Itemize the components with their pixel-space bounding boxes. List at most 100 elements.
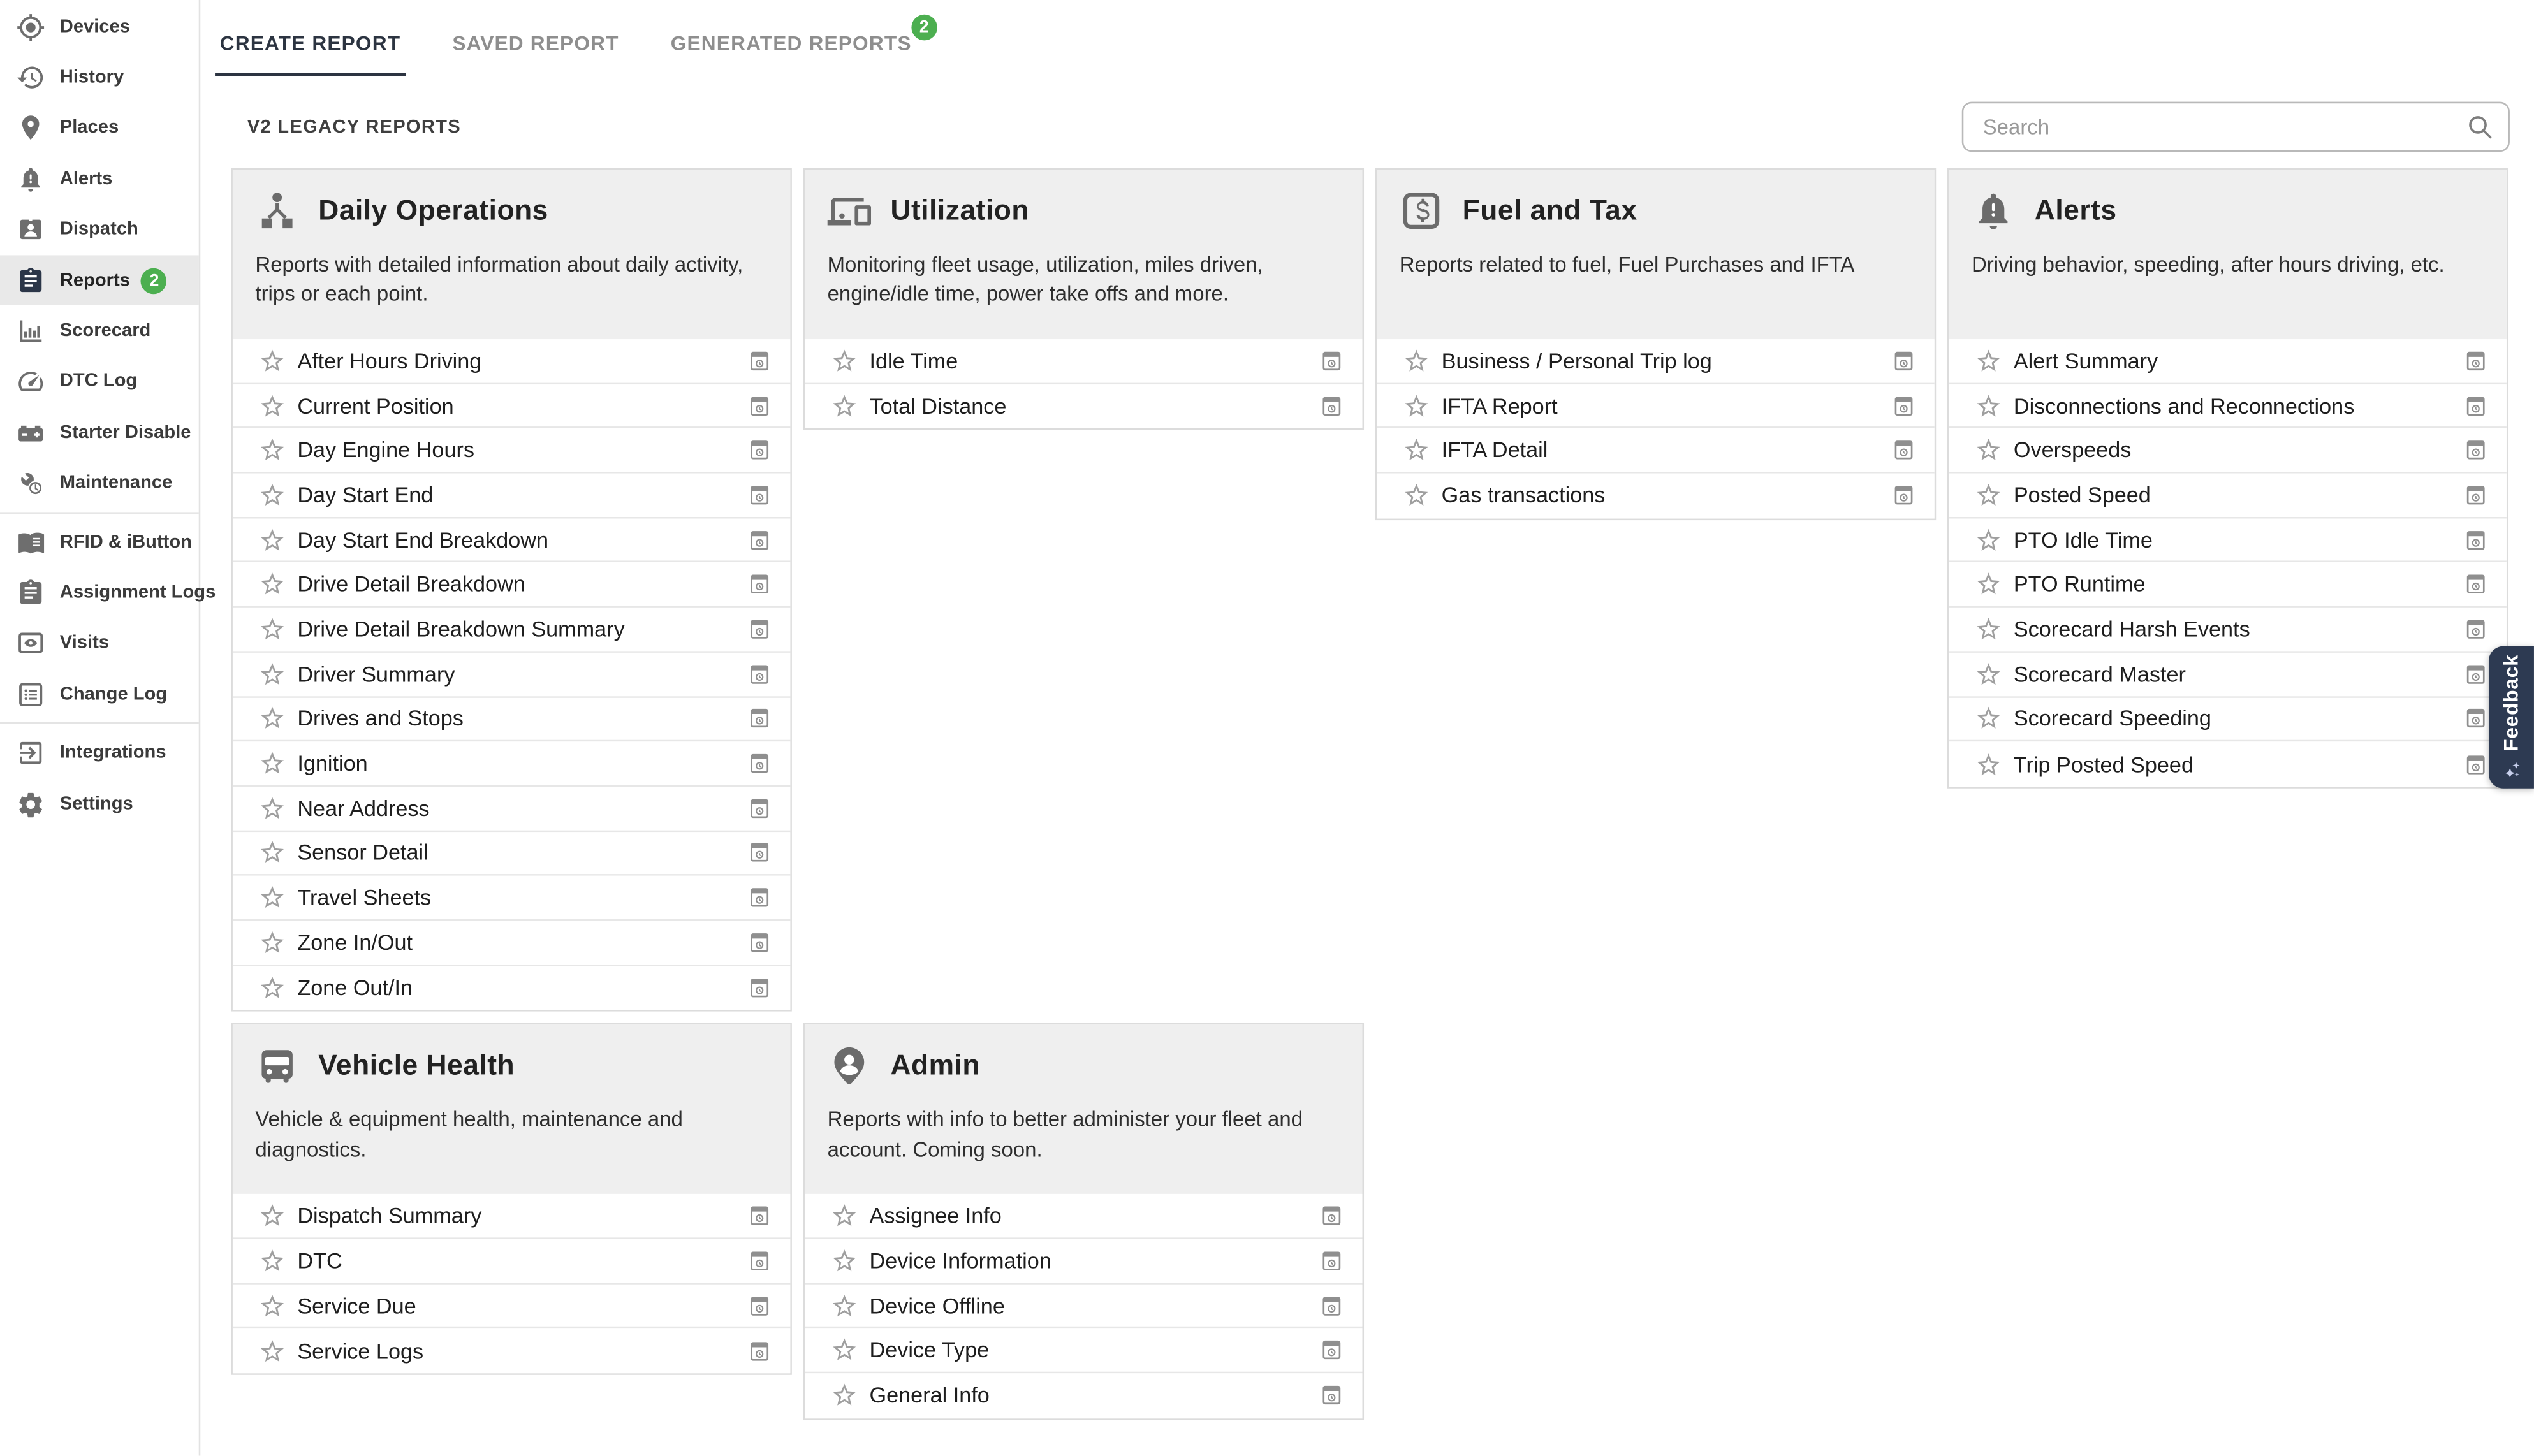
sidebar-item-places[interactable]: Places [0,103,199,154]
sidebar-item-history[interactable]: History [0,52,199,103]
report-item-day-start-end[interactable]: Day Start End [233,474,790,518]
feedback-button[interactable]: Feedback [2489,646,2534,789]
favorite-star-icon[interactable] [831,1247,858,1274]
report-item-current-position[interactable]: Current Position [233,384,790,428]
report-item-scorecard-master[interactable]: Scorecard Master [1949,652,2506,697]
schedule-report-icon[interactable] [748,841,770,865]
report-item-posted-speed[interactable]: Posted Speed [1949,474,2506,518]
schedule-report-icon[interactable] [748,483,770,507]
schedule-report-icon[interactable] [1893,349,1915,373]
report-item-device-type[interactable]: Device Type [805,1329,1362,1373]
tab-generated-reports[interactable]: GENERATED REPORTS2 [666,19,916,76]
schedule-report-icon[interactable] [1321,1338,1343,1362]
schedule-report-icon[interactable] [1893,438,1915,462]
favorite-star-icon[interactable] [259,437,286,464]
favorite-star-icon[interactable] [1975,616,2002,643]
report-item-scorecard-harsh-events[interactable]: Scorecard Harsh Events [1949,608,2506,652]
schedule-report-icon[interactable] [1893,393,1915,418]
sidebar-item-reports[interactable]: Reports2 [0,255,199,306]
report-item-travel-sheets[interactable]: Travel Sheets [233,876,790,921]
favorite-star-icon[interactable] [1975,437,2002,464]
favorite-star-icon[interactable] [259,794,286,822]
favorite-star-icon[interactable] [259,974,286,1001]
sidebar-item-visits[interactable]: Visits [0,618,199,669]
favorite-star-icon[interactable] [259,392,286,419]
favorite-star-icon[interactable] [1975,347,2002,375]
report-item-service-due[interactable]: Service Due [233,1284,790,1329]
report-item-general-info[interactable]: General Info [805,1373,1362,1418]
favorite-star-icon[interactable] [1975,481,2002,509]
schedule-report-icon[interactable] [2464,438,2487,462]
schedule-report-icon[interactable] [748,438,770,462]
schedule-report-icon[interactable] [1321,1204,1343,1228]
sidebar-item-rfid-ibutton[interactable]: RFID & iButton [0,517,199,568]
schedule-report-icon[interactable] [748,706,770,731]
schedule-report-icon[interactable] [748,662,770,686]
favorite-star-icon[interactable] [1403,347,1430,375]
schedule-report-icon[interactable] [1321,349,1343,373]
report-item-driver-summary[interactable]: Driver Summary [233,652,790,697]
favorite-star-icon[interactable] [831,1382,858,1409]
schedule-report-icon[interactable] [2464,393,2487,418]
schedule-report-icon[interactable] [2464,617,2487,641]
favorite-star-icon[interactable] [1975,571,2002,598]
sidebar-item-scorecard[interactable]: Scorecard [0,306,199,357]
sidebar-item-dispatch[interactable]: Dispatch [0,205,199,256]
favorite-star-icon[interactable] [259,929,286,956]
favorite-star-icon[interactable] [831,1337,858,1364]
report-item-device-offline[interactable]: Device Offline [805,1284,1362,1329]
schedule-report-icon[interactable] [1893,484,1915,508]
schedule-report-icon[interactable] [748,572,770,597]
schedule-report-icon[interactable] [1321,394,1343,418]
schedule-report-icon[interactable] [2464,528,2487,552]
schedule-report-icon[interactable] [748,617,770,641]
favorite-star-icon[interactable] [1975,660,2002,688]
report-item-gas-transactions[interactable]: Gas transactions [1377,474,1934,518]
schedule-report-icon[interactable] [748,1293,770,1318]
schedule-report-icon[interactable] [748,1204,770,1228]
sidebar-item-alerts[interactable]: Alerts [0,154,199,205]
report-item-device-information[interactable]: Device Information [805,1239,1362,1284]
favorite-star-icon[interactable] [831,347,858,375]
favorite-star-icon[interactable] [1975,750,2002,778]
schedule-report-icon[interactable] [2464,349,2487,373]
favorite-star-icon[interactable] [259,571,286,598]
sidebar-item-starter-disable[interactable]: Starter Disable [0,407,199,458]
favorite-star-icon[interactable] [259,1337,286,1365]
report-item-overspeeds[interactable]: Overspeeds [1949,429,2506,474]
schedule-report-icon[interactable] [2464,706,2487,731]
tab-create-report[interactable]: CREATE REPORT [215,19,406,76]
sidebar-item-integrations[interactable]: Integrations [0,728,199,779]
schedule-report-icon[interactable] [2464,483,2487,507]
favorite-star-icon[interactable] [259,616,286,643]
schedule-report-icon[interactable] [748,393,770,418]
favorite-star-icon[interactable] [1403,392,1430,419]
favorite-star-icon[interactable] [259,884,286,912]
schedule-report-icon[interactable] [1321,1293,1343,1318]
report-item-sensor-detail[interactable]: Sensor Detail [233,831,790,876]
report-item-disconnections-and-reconnections[interactable]: Disconnections and Reconnections [1949,384,2506,428]
schedule-report-icon[interactable] [748,752,770,776]
favorite-star-icon[interactable] [1975,526,2002,553]
report-item-ifta-detail[interactable]: IFTA Detail [1377,429,1934,474]
report-item-total-distance[interactable]: Total Distance [805,384,1362,428]
favorite-star-icon[interactable] [259,1247,286,1274]
favorite-star-icon[interactable] [259,1202,286,1230]
favorite-star-icon[interactable] [1975,392,2002,419]
schedule-report-icon[interactable] [1321,1249,1343,1273]
favorite-star-icon[interactable] [259,660,286,688]
report-item-zone-out-in[interactable]: Zone Out/In [233,966,790,1010]
report-item-pto-idle-time[interactable]: PTO Idle Time [1949,518,2506,563]
schedule-report-icon[interactable] [748,1249,770,1273]
sidebar-item-settings[interactable]: Settings [0,778,199,829]
favorite-star-icon[interactable] [259,705,286,732]
sidebar-item-change-log[interactable]: Change Log [0,669,199,720]
report-item-assignee-info[interactable]: Assignee Info [805,1195,1362,1239]
report-item-near-address[interactable]: Near Address [233,787,790,831]
favorite-star-icon[interactable] [831,1292,858,1319]
report-item-dtc[interactable]: DTC [233,1239,790,1284]
report-item-idle-time[interactable]: Idle Time [805,339,1362,384]
schedule-report-icon[interactable] [748,976,770,1000]
sidebar-item-devices[interactable]: Devices [0,2,199,53]
favorite-star-icon[interactable] [259,481,286,509]
